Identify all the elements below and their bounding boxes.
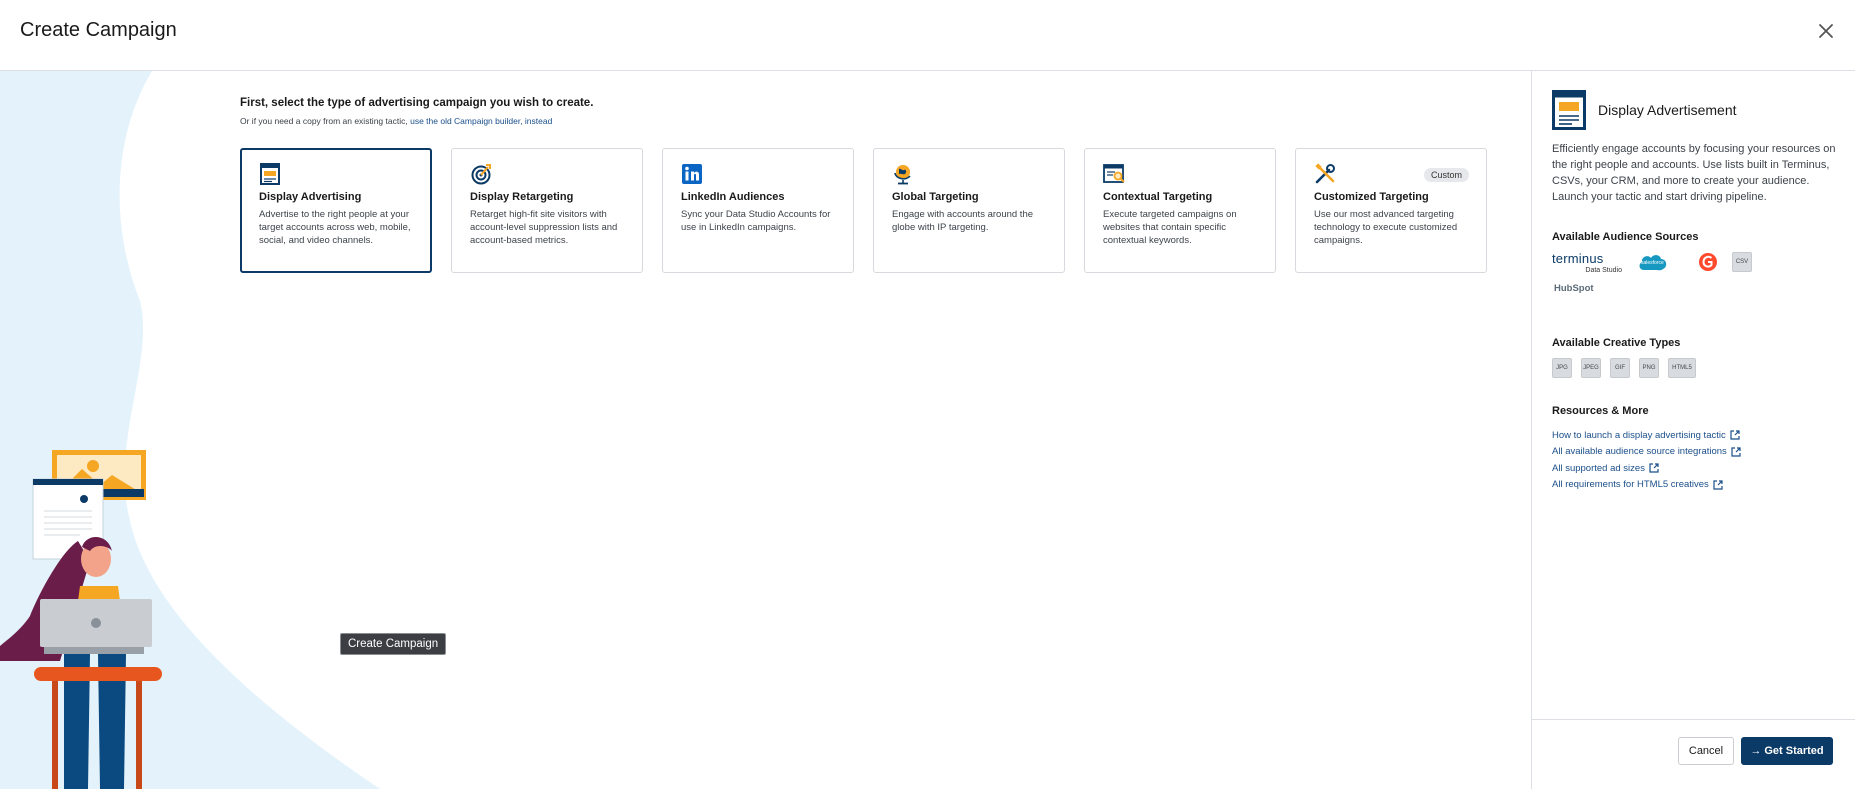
- resource-link-text: All requirements for HTML5 creatives: [1552, 479, 1709, 491]
- card-title: Display Advertising: [259, 191, 362, 203]
- salesforce-logo: salesforce: [1638, 253, 1668, 278]
- card-description: Advertise to the right people at your ta…: [259, 209, 411, 246]
- external-link-icon: [1649, 463, 1659, 473]
- linkedin-icon: [682, 164, 702, 184]
- display-ad-large-icon: [1552, 90, 1586, 130]
- globe-icon: [894, 165, 911, 185]
- resource-link[interactable]: All available audience source integratio…: [1552, 444, 1741, 461]
- terminus-logo-text: terminus: [1552, 251, 1604, 266]
- resource-link[interactable]: All requirements for HTML5 creatives: [1552, 477, 1741, 494]
- g2-logo: [1698, 252, 1718, 277]
- terminus-logo: terminus Data Studio: [1552, 251, 1622, 274]
- external-link-icon: [1731, 447, 1741, 457]
- png-file-icon: PNG: [1639, 358, 1659, 378]
- arrow-right-icon: →: [1750, 745, 1762, 757]
- cancel-button[interactable]: Cancel: [1678, 737, 1734, 765]
- csv-icon: CSV: [1732, 252, 1752, 272]
- card-description: Use our most advanced targeting technolo…: [1314, 209, 1458, 246]
- card-global-targeting[interactable]: Global Targeting Engage with accounts ar…: [873, 148, 1065, 273]
- card-description: Execute targeted campaigns on websites t…: [1103, 209, 1237, 246]
- custom-tag: Custom: [1423, 168, 1469, 182]
- campaign-type-panel: First, select the type of advertising ca…: [0, 71, 1531, 789]
- modal-title: Create Campaign: [20, 19, 177, 41]
- details-side-panel: Display Advertisement Efficiently engage…: [1531, 71, 1855, 789]
- card-description: Engage with accounts around the globe wi…: [892, 209, 1034, 233]
- hubspot-logo: HubSpot: [1554, 283, 1594, 294]
- card-display-retargeting[interactable]: Display Retargeting Retarget high-fit si…: [451, 148, 643, 273]
- contextual-icon: [1103, 164, 1125, 183]
- card-title: Global Targeting: [892, 191, 979, 203]
- creatives-title: Available Creative Types: [1552, 337, 1681, 349]
- resource-link[interactable]: All supported ad sizes: [1552, 460, 1741, 477]
- creative-types: JPG JPEG GIF PNG HTML5: [1552, 358, 1696, 378]
- resource-link-text: How to launch a display advertising tact…: [1552, 429, 1726, 441]
- gif-file-icon: GIF: [1610, 358, 1630, 378]
- sources-title: Available Audience Sources: [1552, 231, 1699, 243]
- resource-links: How to launch a display advertising tact…: [1552, 427, 1741, 493]
- card-display-advertising[interactable]: Display Advertising Advertise to the rig…: [240, 148, 432, 273]
- card-description: Sync your Data Studio Accounts for use i…: [681, 209, 831, 233]
- tools-icon: [1315, 163, 1335, 184]
- jpeg-file-icon: JPEG: [1581, 358, 1601, 378]
- side-title: Display Advertisement: [1598, 102, 1737, 118]
- tooltip: Create Campaign: [340, 633, 447, 655]
- card-customized-targeting[interactable]: Custom Customized Targeting Use our most…: [1295, 148, 1487, 273]
- resource-link[interactable]: How to launch a display advertising tact…: [1552, 427, 1741, 444]
- intro-subtitle-text: Or if you need a copy from an existing t…: [240, 116, 408, 126]
- csv-label: CSV: [1732, 252, 1752, 272]
- side-header: Display Advertisement: [1552, 90, 1737, 130]
- retargeting-icon: [471, 164, 491, 185]
- intro-subtitle: Or if you need a copy from an existing t…: [240, 116, 552, 126]
- terminus-logo-subtext: Data Studio: [1585, 267, 1622, 274]
- html5-file-icon: HTML5: [1668, 358, 1696, 378]
- panel-footer: Cancel → Get Started: [1532, 719, 1855, 789]
- close-icon[interactable]: [1813, 18, 1839, 44]
- campaign-type-cards: Display Advertising Advertise to the rig…: [240, 148, 1487, 273]
- external-link-icon: [1713, 480, 1723, 490]
- card-description: Retarget high-fit site visitors with acc…: [470, 209, 618, 246]
- intro-title: First, select the type of advertising ca…: [240, 97, 594, 109]
- display-ad-icon: [260, 163, 280, 185]
- card-title: Customized Targeting: [1314, 191, 1429, 203]
- card-title: Display Retargeting: [470, 191, 574, 203]
- get-started-label: Get Started: [1764, 745, 1824, 757]
- external-link-icon: [1730, 430, 1740, 440]
- get-started-button[interactable]: → Get Started: [1741, 737, 1833, 765]
- salesforce-logo-text: salesforce: [1641, 260, 1664, 266]
- card-contextual-targeting[interactable]: Contextual Targeting Execute targeted ca…: [1084, 148, 1276, 273]
- card-title: LinkedIn Audiences: [681, 191, 785, 203]
- resource-link-text: All supported ad sizes: [1552, 462, 1645, 474]
- card-linkedin-audiences[interactable]: LinkedIn Audiences Sync your Data Studio…: [662, 148, 854, 273]
- resource-link-text: All available audience source integratio…: [1552, 446, 1727, 458]
- jpg-file-icon: JPG: [1552, 358, 1572, 378]
- card-title: Contextual Targeting: [1103, 191, 1213, 203]
- modal-header: Create Campaign: [0, 0, 1855, 71]
- old-builder-link[interactable]: use the old Campaign builder, instead: [410, 116, 552, 126]
- resources-title: Resources & More: [1552, 405, 1649, 417]
- side-description: Efficiently engage accounts by focusing …: [1552, 143, 1836, 203]
